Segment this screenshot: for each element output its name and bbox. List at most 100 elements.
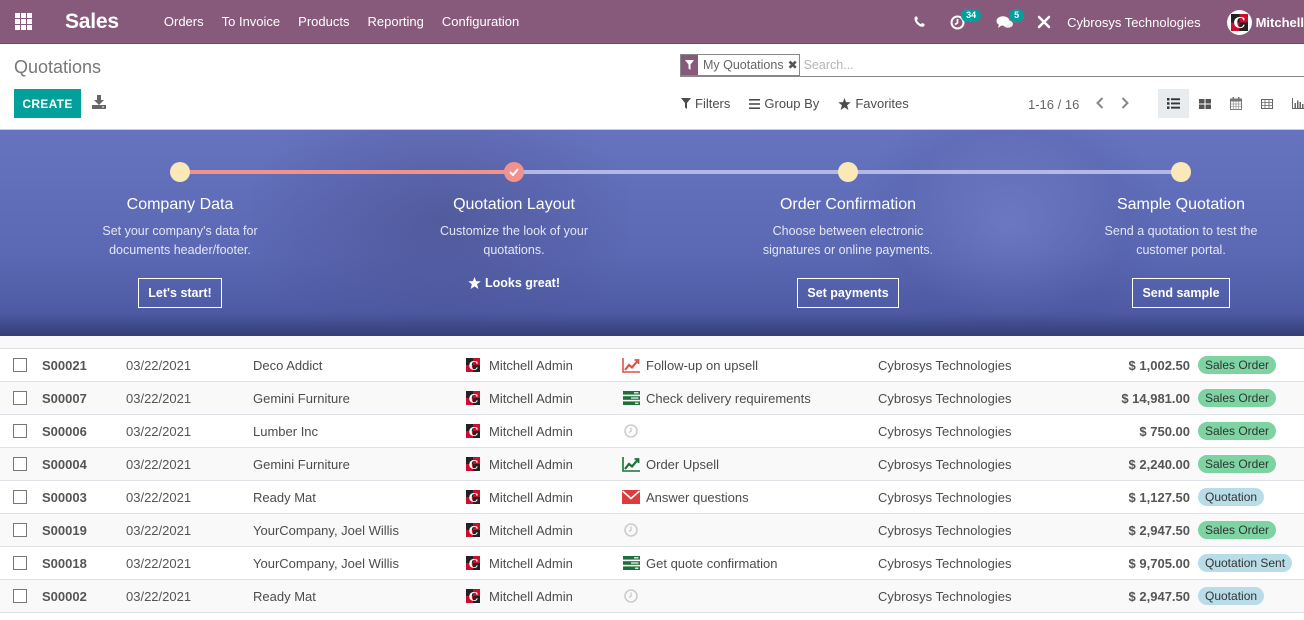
status-badge: Sales Order [1198, 422, 1277, 440]
menu-item-orders[interactable]: Orders [155, 0, 213, 44]
customer: Deco Addict [253, 357, 323, 373]
favorites-button[interactable]: Favorites [838, 96, 909, 111]
onboarding-step-quotation-layout: Quotation Layout Customize the look of y… [384, 196, 644, 292]
menu-item-to-invoice[interactable]: To Invoice [213, 0, 290, 44]
order-date: 03/22/2021 [126, 555, 192, 571]
row-checkbox[interactable] [13, 589, 27, 603]
calendar-view-button[interactable] [1220, 89, 1251, 118]
pager: 1-16 / 16 [1028, 96, 1130, 113]
menu-item-configuration[interactable]: Configuration [433, 0, 528, 44]
salesperson-avatar-icon: C [466, 490, 480, 505]
send-sample-button[interactable]: Send sample [1132, 278, 1230, 308]
kanban-view-icon [1198, 98, 1211, 109]
clock-icon[interactable] [622, 588, 640, 604]
table-row[interactable]: S00004 03/22/2021 Gemini Furniture C Mit… [0, 448, 1304, 481]
filters-label: Filters [695, 96, 731, 111]
activity-button[interactable]: 34 [939, 0, 989, 44]
filters-button[interactable]: Filters [681, 96, 730, 111]
lets-start-button[interactable]: Let's start! [138, 278, 222, 308]
row-checkbox[interactable] [13, 358, 27, 372]
kanban-view-button[interactable] [1189, 89, 1220, 118]
step-description-line: signatures or online payments. [762, 243, 934, 257]
graph-view-button[interactable] [1282, 89, 1304, 118]
order-total: $ 2,947.50 [1128, 588, 1190, 604]
salesperson-avatar-icon: C [466, 424, 480, 439]
status-cell: Quotation [1198, 488, 1265, 506]
svg-text:C: C [469, 557, 479, 570]
activity-count-badge: 34 [961, 9, 982, 22]
customer: Ready Mat [253, 489, 316, 505]
clock-icon[interactable] [622, 522, 640, 538]
view-switcher [1158, 89, 1304, 118]
user-menu[interactable]: C Mitchell [1226, 9, 1304, 35]
table-row[interactable]: S00019 03/22/2021 YourCompany, Joel Will… [0, 514, 1304, 547]
remove-facet-icon[interactable]: ✖ [787, 55, 799, 75]
checkmark-icon [509, 168, 519, 176]
apps-menu-button[interactable] [0, 0, 46, 44]
user-avatar-logo-icon: C [1230, 13, 1248, 31]
clock-icon[interactable] [622, 423, 640, 439]
email-icon[interactable] [622, 489, 640, 505]
company-switcher[interactable]: Cybrosys Technologies [1067, 15, 1200, 30]
set-payments-button[interactable]: Set payments [797, 278, 899, 308]
customer: YourCompany, Joel Willis [253, 555, 399, 571]
table-row[interactable]: S00002 03/22/2021 Ready Mat C Mitchell A… [0, 580, 1304, 613]
calendar-view-icon [1229, 97, 1242, 110]
company: Cybrosys Technologies [878, 522, 1012, 538]
salesperson-avatar-icon: C [466, 556, 480, 571]
download-icon [92, 95, 106, 109]
export-button[interactable] [92, 95, 108, 111]
step-dot-order-confirmation [838, 162, 858, 182]
status-badge: Sales Order [1198, 455, 1277, 473]
tasks-icon[interactable] [622, 555, 640, 571]
search-input[interactable] [803, 53, 1304, 76]
svg-text:C: C [469, 359, 479, 372]
phone-button[interactable] [905, 0, 933, 44]
pager-next-icon[interactable] [1121, 96, 1130, 113]
row-checkbox[interactable] [13, 424, 27, 438]
create-button[interactable]: CREATE [14, 89, 81, 118]
step-description-line: documents header/footer. [109, 243, 251, 257]
pager-previous-icon[interactable] [1096, 96, 1104, 113]
menu-item-reporting[interactable]: Reporting [358, 0, 432, 44]
row-checkbox[interactable] [13, 457, 27, 471]
table-row-partial[interactable] [0, 336, 1304, 349]
menu-item-products[interactable]: Products [289, 0, 358, 44]
pivot-view-button[interactable] [1251, 89, 1282, 118]
customer: Ready Mat [253, 588, 316, 604]
onboarding-step-order-confirmation: Order Confirmation Choose between electr… [718, 196, 978, 308]
filter-icon [681, 54, 698, 75]
salesperson-avatar-icon: C [466, 589, 480, 604]
upsell-chart-icon[interactable] [622, 456, 640, 472]
activity-summary: Order Upsell [646, 456, 719, 472]
step-done-label: Looks great! [484, 276, 560, 290]
salesperson-avatar-icon: C [466, 457, 480, 472]
pivot-view-icon [1260, 98, 1273, 109]
user-name: Mitchell [1255, 14, 1304, 30]
phone-icon [914, 16, 925, 27]
row-checkbox[interactable] [13, 556, 27, 570]
status-badge: Quotation [1198, 488, 1265, 506]
row-checkbox[interactable] [13, 523, 27, 537]
debug-tools-button[interactable] [1033, 0, 1055, 44]
row-checkbox[interactable] [13, 490, 27, 504]
table-row[interactable]: S00007 03/22/2021 Gemini Furniture C Mit… [0, 382, 1304, 415]
pager-value[interactable]: 1-16 / 16 [1028, 97, 1079, 112]
table-row[interactable]: S00003 03/22/2021 Ready Mat C Mitchell A… [0, 481, 1304, 514]
breadcrumb: Quotations [14, 57, 102, 77]
messaging-button[interactable]: 5 [989, 0, 1033, 44]
search-facet: My Quotations ✖ [680, 53, 800, 76]
group-by-button[interactable]: Group By [749, 96, 819, 111]
table-row[interactable]: S00018 03/22/2021 YourCompany, Joel Will… [0, 547, 1304, 580]
user-avatar: C [1226, 9, 1252, 35]
tasks-icon[interactable] [622, 390, 640, 406]
salesperson: Mitchell Admin [489, 555, 573, 571]
table-row[interactable]: S00006 03/22/2021 Lumber Inc C Mitchell … [0, 415, 1304, 448]
order-number: S00004 [42, 456, 87, 472]
upsell-chart-icon[interactable] [622, 357, 640, 373]
company: Cybrosys Technologies [878, 423, 1012, 439]
list-view-button[interactable] [1158, 89, 1189, 118]
table-row[interactable]: S00021 03/22/2021 Deco Addict C Mitchell… [0, 349, 1304, 382]
app-name[interactable]: Sales [65, 10, 119, 34]
row-checkbox[interactable] [13, 391, 27, 405]
